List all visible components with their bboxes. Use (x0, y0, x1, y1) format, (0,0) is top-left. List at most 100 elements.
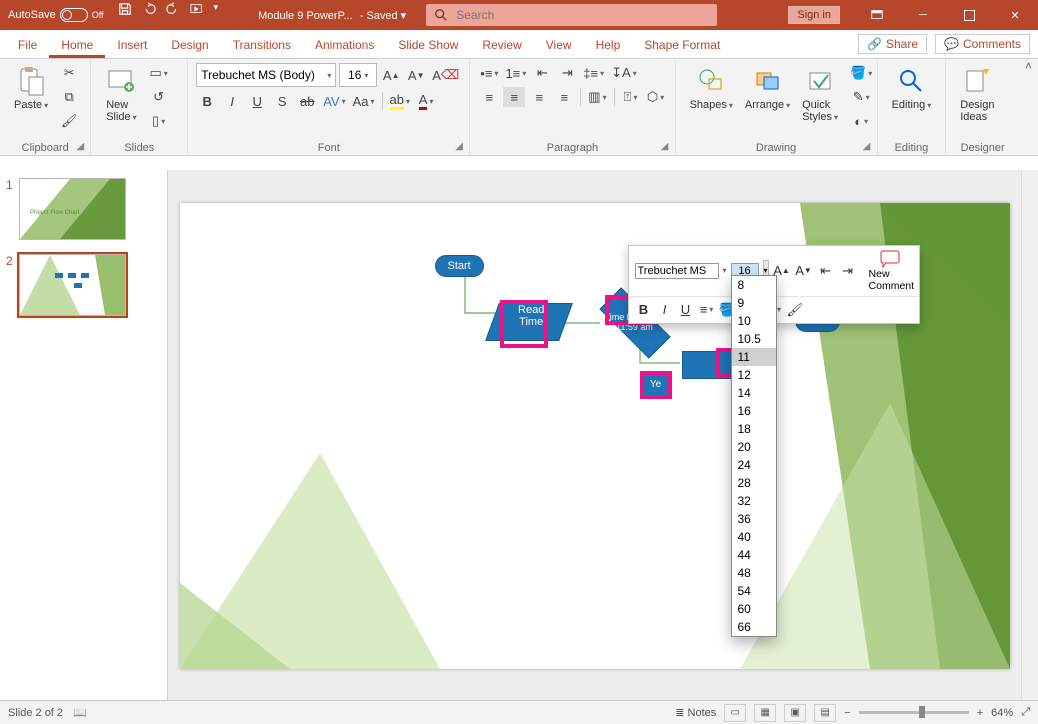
justify-icon[interactable]: ≡ (553, 87, 575, 107)
font-size-option-10[interactable]: 10 (732, 312, 776, 330)
zoom-out-button[interactable]: − (844, 707, 850, 719)
font-size-option-24[interactable]: 24 (732, 456, 776, 474)
thumbnail-2[interactable]: 2 (6, 254, 161, 316)
tab-transitions[interactable]: Transitions (221, 32, 303, 58)
numbering-icon[interactable]: 1≡ (503, 63, 528, 83)
text-direction-icon[interactable]: ↧A (609, 63, 639, 83)
comments-button[interactable]: 💬Comments (935, 34, 1030, 54)
font-size-combo[interactable]: 16▾ (339, 63, 377, 87)
format-painter-icon[interactable]: 🖌 (58, 111, 80, 131)
font-size-option-12[interactable]: 12 (732, 366, 776, 384)
font-size-option-9[interactable]: 9 (732, 294, 776, 312)
reading-view-icon[interactable]: ▣ (784, 704, 806, 722)
paste-button[interactable]: Paste (8, 63, 54, 113)
tab-shape-format[interactable]: Shape Format (632, 32, 732, 58)
normal-view-icon[interactable]: ▭ (724, 704, 746, 722)
mini-bold[interactable]: B (635, 300, 653, 320)
collapse-ribbon-icon[interactable]: ˄ (1019, 59, 1038, 155)
line-spacing-icon[interactable]: ‡≡ (581, 63, 606, 83)
tab-design[interactable]: Design (159, 32, 220, 58)
font-dialog-launcher[interactable]: ◢ (455, 141, 465, 151)
align-left-icon[interactable]: ≡ (478, 87, 500, 107)
font-size-option-20[interactable]: 20 (732, 438, 776, 456)
tab-file[interactable]: File (6, 32, 49, 58)
editing-button[interactable]: Editing (886, 63, 938, 113)
save-icon[interactable] (118, 2, 132, 28)
font-size-option-18[interactable]: 18 (732, 420, 776, 438)
layout-icon[interactable]: ▭ (147, 63, 169, 83)
smartart-icon[interactable]: ⬡ (645, 87, 667, 107)
shape-fill-icon[interactable]: 🪣 (848, 63, 874, 83)
tab-animations[interactable]: Animations (303, 32, 386, 58)
mini-decrease-indent-icon[interactable]: ⇤ (817, 261, 835, 281)
tab-view[interactable]: View (534, 32, 584, 58)
align-center-icon[interactable]: ≡ (503, 87, 525, 107)
font-size-option-28[interactable]: 28 (732, 474, 776, 492)
share-button[interactable]: 🔗Share (858, 34, 927, 54)
shapes-button[interactable]: Shapes (684, 63, 739, 113)
zoom-in-button[interactable]: + (977, 707, 983, 719)
bullets-icon[interactable]: •≡ (478, 63, 500, 83)
mini-decrease-font-icon[interactable]: A▼ (795, 261, 813, 281)
slide-editor[interactable]: Start Read Time Time later than 11:59 am… (168, 170, 1021, 701)
align-right-icon[interactable]: ≡ (528, 87, 550, 107)
search-input[interactable] (454, 7, 709, 23)
mini-new-comment-button[interactable]: New Comment (861, 250, 919, 292)
sign-in-button[interactable]: Sign in (788, 6, 840, 24)
bold-button[interactable]: B (196, 91, 218, 111)
tab-slideshow[interactable]: Slide Show (386, 32, 470, 58)
shape-effects-icon[interactable]: ◐ (848, 111, 874, 131)
font-size-option-44[interactable]: 44 (732, 546, 776, 564)
font-name-combo[interactable]: Trebuchet MS (Body)▾ (196, 63, 336, 87)
autosave-toggle[interactable]: AutoSave Off (8, 8, 104, 22)
tab-help[interactable]: Help (584, 32, 633, 58)
change-case-icon[interactable]: Aa (351, 91, 377, 111)
fc-start[interactable]: Start (435, 255, 484, 277)
strikethrough-button[interactable]: ab (296, 91, 318, 111)
font-size-option-40[interactable]: 40 (732, 528, 776, 546)
font-size-option-8[interactable]: 8 (732, 276, 776, 294)
qat-more-icon[interactable]: ▾ (214, 2, 219, 28)
italic-button[interactable]: I (221, 91, 243, 111)
tab-home[interactable]: Home (49, 32, 105, 58)
shape-outline-icon[interactable]: ✎ (848, 87, 874, 107)
close-button[interactable]: ✕ (992, 0, 1038, 30)
mini-font-name[interactable] (635, 263, 719, 279)
shadow-button[interactable]: S (271, 91, 293, 111)
zoom-slider[interactable] (859, 711, 969, 714)
increase-indent-icon[interactable]: ⇥ (556, 63, 578, 83)
slide-canvas[interactable]: Start Read Time Time later than 11:59 am… (180, 203, 1010, 669)
font-size-option-11[interactable]: 11 (732, 348, 776, 366)
reset-slide-icon[interactable]: ↺ (147, 87, 169, 107)
zoom-level[interactable]: 64% (991, 707, 1013, 719)
char-spacing-icon[interactable]: AV (321, 91, 347, 111)
font-size-option-16[interactable]: 16 (732, 402, 776, 420)
increase-font-icon[interactable]: A▲ (380, 65, 402, 85)
section-icon[interactable]: ▯ (147, 111, 169, 131)
thumbnail-1[interactable]: 1 Project Flow Chart (6, 178, 161, 240)
mini-increase-indent-icon[interactable]: ⇥ (839, 261, 857, 281)
font-size-option-54[interactable]: 54 (732, 582, 776, 600)
paragraph-dialog-launcher[interactable]: ◢ (661, 141, 671, 151)
redo-icon[interactable] (166, 2, 180, 28)
font-size-option-48[interactable]: 48 (732, 564, 776, 582)
minimize-button[interactable]: ─ (900, 0, 946, 30)
vertical-scrollbar[interactable] (1021, 170, 1038, 701)
tab-insert[interactable]: Insert (105, 32, 159, 58)
copy-icon[interactable]: ⧉ (58, 87, 80, 107)
font-size-option-10.5[interactable]: 10.5 (732, 330, 776, 348)
mini-align-icon[interactable]: ≡ (698, 300, 716, 320)
ribbon-display-options-icon[interactable] (854, 0, 900, 30)
fit-to-window-icon[interactable]: ⤢ (1021, 706, 1030, 719)
doc-saved-state[interactable]: - Saved ▾ (360, 10, 407, 22)
slide-sorter-icon[interactable]: ▦ (754, 704, 776, 722)
font-color-icon[interactable]: A (415, 91, 437, 111)
clipboard-dialog-launcher[interactable]: ◢ (76, 141, 86, 151)
align-text-icon[interactable]: ⍐ (620, 87, 642, 107)
underline-button[interactable]: U (246, 91, 268, 111)
maximize-button[interactable] (946, 0, 992, 30)
design-ideas-button[interactable]: Design Ideas (954, 63, 1000, 125)
font-size-option-32[interactable]: 32 (732, 492, 776, 510)
slideshow-view-icon[interactable]: ▤ (814, 704, 836, 722)
font-size-dropdown[interactable]: 891010.511121416182024283236404448546066 (731, 275, 777, 637)
